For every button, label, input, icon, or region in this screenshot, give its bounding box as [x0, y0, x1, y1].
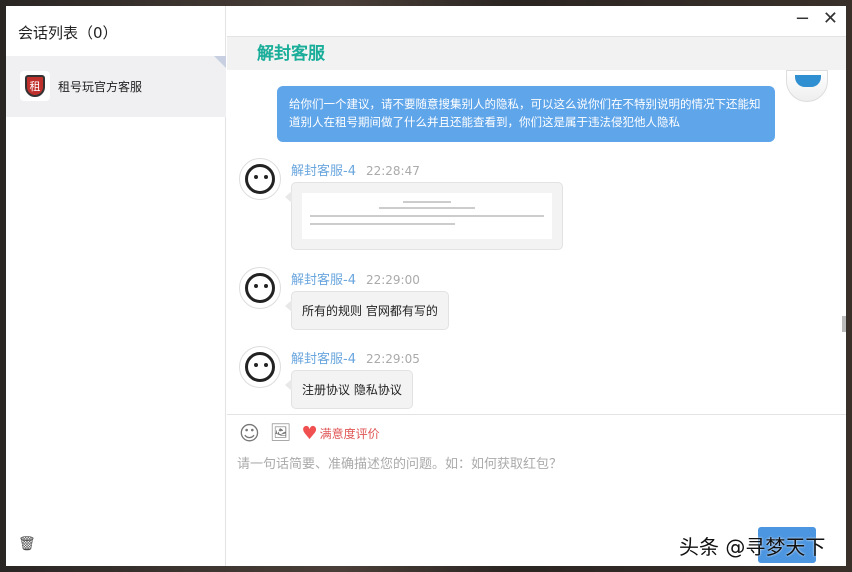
service-logo: 租 — [20, 71, 50, 101]
rating-label: 满意度评价 — [319, 426, 380, 441]
session-list-title: 会话列表（0） — [18, 24, 118, 42]
session-sidebar: 会话列表（0） 租 租号玩官方客服 🗑 — [6, 6, 226, 566]
scrollbar[interactable] — [842, 316, 846, 332]
image-message[interactable] — [285, 182, 563, 250]
emoji-icon[interactable]: ☺ — [239, 421, 260, 445]
message-list: 给你们一个建议，请不要随意搜集别人的隐私，可以这么说你们在不特别说明的情况下还能… — [227, 70, 846, 414]
title-bar: − ✕ — [227, 6, 846, 36]
session-item[interactable]: 租 租号玩官方客服 — [6, 56, 226, 117]
rating-button[interactable]: ♥ 满意度评价 — [301, 423, 379, 444]
sender-name: 解封客服-4 — [291, 164, 356, 179]
text-message: 所有的规则 官网都有写的 — [285, 291, 449, 330]
user-avatar — [786, 70, 828, 102]
chat-window: 会话列表（0） 租 租号玩官方客服 🗑 − ✕ 解封客服 给你们一个建议，请不要… — [6, 6, 846, 566]
logo-text: 租 — [25, 75, 45, 97]
sender-name: 解封客服-4 — [291, 273, 356, 288]
session-name: 租号玩官方客服 — [58, 80, 143, 94]
sender-name: 解封客服-4 — [291, 352, 356, 367]
close-button[interactable]: ✕ — [823, 8, 838, 29]
agent-avatar-icon — [239, 346, 281, 388]
message-time: 22:28:47 — [365, 164, 420, 178]
message-time: 22:29:00 — [365, 273, 420, 287]
selected-indicator — [214, 56, 226, 68]
text-message: 注册协议 隐私协议 — [285, 370, 413, 409]
chat-panel: − ✕ 解封客服 给你们一个建议，请不要随意搜集别人的隐私，可以这么说你们在不特… — [227, 6, 846, 566]
chat-title: 解封客服 — [227, 36, 846, 70]
heart-icon: ♥ — [301, 422, 318, 444]
minimize-button[interactable]: − — [795, 8, 810, 29]
agent-avatar-icon — [239, 267, 281, 309]
message-input[interactable]: 请一句话简要、准确描述您的问题。如：如何获取红包？ — [237, 453, 562, 472]
message-time: 22:29:05 — [365, 352, 420, 366]
watermark: 头条 @寻梦天下 — [679, 535, 826, 559]
agent-avatar-icon — [239, 158, 281, 200]
trash-icon[interactable]: 🗑 — [18, 536, 36, 552]
image-icon[interactable]: 🖼 — [270, 423, 292, 443]
user-message-bubble: 给你们一个建议，请不要随意搜集别人的隐私，可以这么说你们在不特别说明的情况下还能… — [277, 86, 775, 142]
